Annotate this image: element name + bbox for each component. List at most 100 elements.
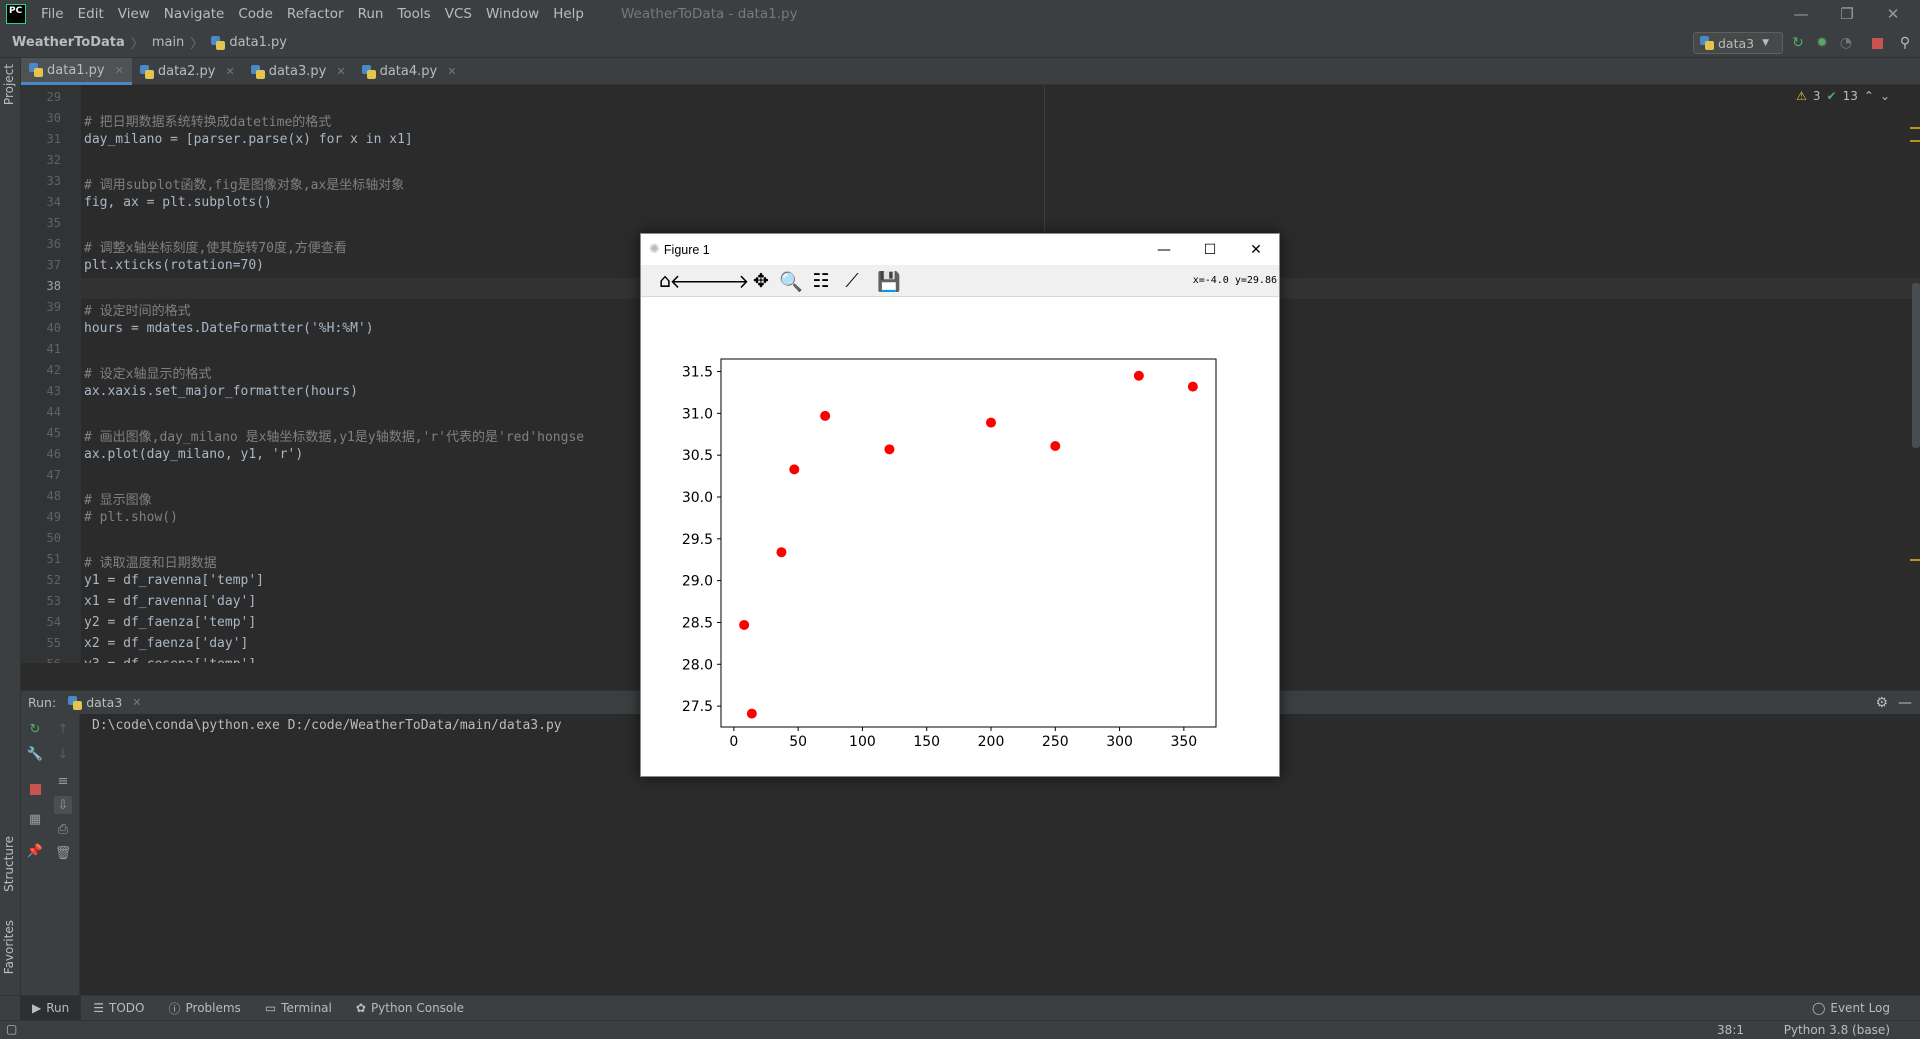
close-tab-icon[interactable]: ✕ xyxy=(115,64,124,77)
close-tab-icon[interactable]: ✕ xyxy=(336,65,345,78)
customize-icon[interactable]: ⟋ xyxy=(840,269,864,293)
event-log-button[interactable]: ◯ Event Log xyxy=(1800,996,1902,1021)
menu-window[interactable]: Window xyxy=(479,0,546,28)
print-icon[interactable]: ⎙ xyxy=(54,820,72,838)
line-number: 43 xyxy=(46,384,61,398)
save-icon[interactable]: 💾 xyxy=(877,269,901,293)
python-interpreter[interactable]: Python 3.8 (base) xyxy=(1784,1023,1890,1037)
chevron-up-icon[interactable]: ⌃ xyxy=(1864,89,1874,103)
gear-icon[interactable]: ⚙ xyxy=(1875,695,1888,711)
scatter-chart[interactable]: 0 50 100 150 200 250 300 350 27.5 28.0 28.5 29.0 29.… xyxy=(641,298,1279,776)
rerun-icon[interactable]: ↻ xyxy=(26,720,44,738)
code-line: x2 = df_faenza['day'] xyxy=(84,636,249,651)
x-tick-label: 300 xyxy=(1106,734,1133,750)
line-number: 36 xyxy=(46,237,61,251)
menu-tools[interactable]: Tools xyxy=(390,0,437,28)
warning-stripe[interactable] xyxy=(1910,140,1920,142)
tab-data1[interactable]: data1.py ✕ xyxy=(21,58,132,85)
line-number: 30 xyxy=(46,111,61,125)
tab-data2[interactable]: data2.py ✕ xyxy=(132,58,243,85)
search-icon[interactable]: ⚲ xyxy=(1896,34,1914,52)
event-log-icon: ◯ xyxy=(1811,1001,1826,1015)
scroll-to-end-icon[interactable]: ⇩ xyxy=(54,796,72,814)
bottom-tool-bar: ▶ Run ☰ TODO ⓘ Problems ▭ Terminal ✿ Python C… xyxy=(0,995,1920,1021)
y-tick-label: 29.5 xyxy=(682,532,713,548)
soft-wrap-icon[interactable]: ≡ xyxy=(54,772,72,790)
data-point xyxy=(789,464,800,475)
code-line: # 调用subplot函数,fig是图像对象,ax是坐标轴对象 xyxy=(84,178,405,193)
tool-tab-label: TODO xyxy=(109,1001,145,1015)
info-icon: ⓘ xyxy=(168,1001,181,1016)
close-icon: ✕ xyxy=(1250,241,1262,258)
tool-tab-terminal[interactable]: ▭ Terminal xyxy=(253,996,344,1021)
forward-icon[interactable]: 🡒 xyxy=(699,269,750,293)
menu-vcs[interactable]: VCS xyxy=(438,0,479,28)
breadcrumb-project[interactable]: WeatherToData xyxy=(0,35,125,50)
tab-data4[interactable]: data4.py ✕ xyxy=(354,58,465,85)
warning-stripe[interactable] xyxy=(1910,127,1920,129)
breadcrumb-folder[interactable]: main xyxy=(144,35,184,50)
line-number: 42 xyxy=(46,363,61,377)
line-number: 41 xyxy=(46,342,61,356)
pan-icon[interactable]: ✥ xyxy=(749,269,773,293)
arrow-down-icon[interactable]: ↓ xyxy=(54,745,72,763)
data-point xyxy=(884,444,895,455)
zoom-icon[interactable]: 🔍 xyxy=(779,269,803,293)
code-line: x1 = df_ravenna['day'] xyxy=(84,594,257,609)
y-tick-label: 31.5 xyxy=(682,365,713,381)
figure-maximize-button[interactable]: ☐ xyxy=(1187,234,1233,265)
close-button[interactable]: ✕ xyxy=(1870,0,1916,28)
wrench-icon[interactable]: 🔧 xyxy=(26,745,44,763)
y-tick-label: 29.0 xyxy=(682,574,713,590)
layout-toggle-icon[interactable]: ▢ xyxy=(6,1022,17,1036)
rerun-icon[interactable]: ↻ xyxy=(1789,34,1807,52)
arrow-up-icon[interactable]: ↑ xyxy=(54,720,72,738)
stop-button[interactable] xyxy=(1868,34,1886,52)
run-tab-data3[interactable]: data3 ✕ xyxy=(68,695,142,710)
debug-icon[interactable]: ✹ xyxy=(1813,34,1831,52)
tool-tab-python-console[interactable]: ✿ Python Console xyxy=(344,996,476,1021)
code-line: # 显示图像 xyxy=(84,493,152,508)
tab-data3[interactable]: data3.py ✕ xyxy=(243,58,354,85)
close-tab-icon[interactable]: ✕ xyxy=(132,696,141,709)
hide-icon[interactable]: — xyxy=(1898,695,1912,711)
inspection-widget[interactable]: ⚠ 3 ✔ 13 ⌃ ⌄ xyxy=(1796,89,1890,103)
menu-view[interactable]: View xyxy=(111,0,157,28)
menu-file[interactable]: File xyxy=(34,0,71,28)
close-tab-icon[interactable]: ✕ xyxy=(447,65,456,78)
minimize-button[interactable]: — xyxy=(1778,0,1824,28)
project-tool-button[interactable]: Project xyxy=(2,64,16,105)
structure-tool-button[interactable]: Structure xyxy=(2,836,16,892)
python-file-icon xyxy=(139,64,154,79)
tool-tab-run[interactable]: ▶ Run xyxy=(20,995,82,1021)
menu-navigate[interactable]: Navigate xyxy=(157,0,232,28)
tool-tab-todo[interactable]: ☰ TODO xyxy=(81,996,156,1021)
menu-help[interactable]: Help xyxy=(546,0,591,28)
restore-button[interactable]: ❐ xyxy=(1824,0,1870,28)
warning-stripe[interactable] xyxy=(1910,559,1920,561)
menu-code[interactable]: Code xyxy=(231,0,280,28)
menu-run[interactable]: Run xyxy=(351,0,391,28)
figure-close-button[interactable]: ✕ xyxy=(1233,234,1279,265)
menu-edit[interactable]: Edit xyxy=(71,0,111,28)
caret-position[interactable]: 38:1 xyxy=(1717,1023,1744,1037)
list-icon: ☰ xyxy=(93,1001,105,1015)
figure-minimize-button[interactable]: — xyxy=(1141,234,1187,265)
coverage-icon[interactable]: ◔ xyxy=(1837,34,1855,52)
close-tab-icon[interactable]: ✕ xyxy=(226,65,235,78)
trash-icon[interactable]: 🗑 xyxy=(54,844,72,862)
pin-icon[interactable]: 📌 xyxy=(26,842,44,860)
event-log-label: Event Log xyxy=(1830,1001,1890,1015)
editor-scrollbar[interactable] xyxy=(1912,283,1920,448)
chevron-down-icon[interactable]: ⌄ xyxy=(1880,89,1890,103)
window-title: WeatherToData - data1.py xyxy=(620,6,798,22)
stop-button[interactable] xyxy=(26,780,44,798)
tool-tab-problems[interactable]: ⓘ Problems xyxy=(156,996,252,1021)
layout-icon[interactable]: ▦ xyxy=(26,810,44,828)
run-config-select[interactable]: data3 ▼ xyxy=(1693,32,1783,54)
tool-tab-label: Problems xyxy=(185,1001,241,1015)
subplots-icon[interactable]: ☷ xyxy=(809,269,833,293)
menu-refactor[interactable]: Refactor xyxy=(280,0,351,28)
favorites-tool-button[interactable]: Favorites xyxy=(2,920,16,974)
breadcrumb-file[interactable]: data1.py xyxy=(203,35,287,50)
